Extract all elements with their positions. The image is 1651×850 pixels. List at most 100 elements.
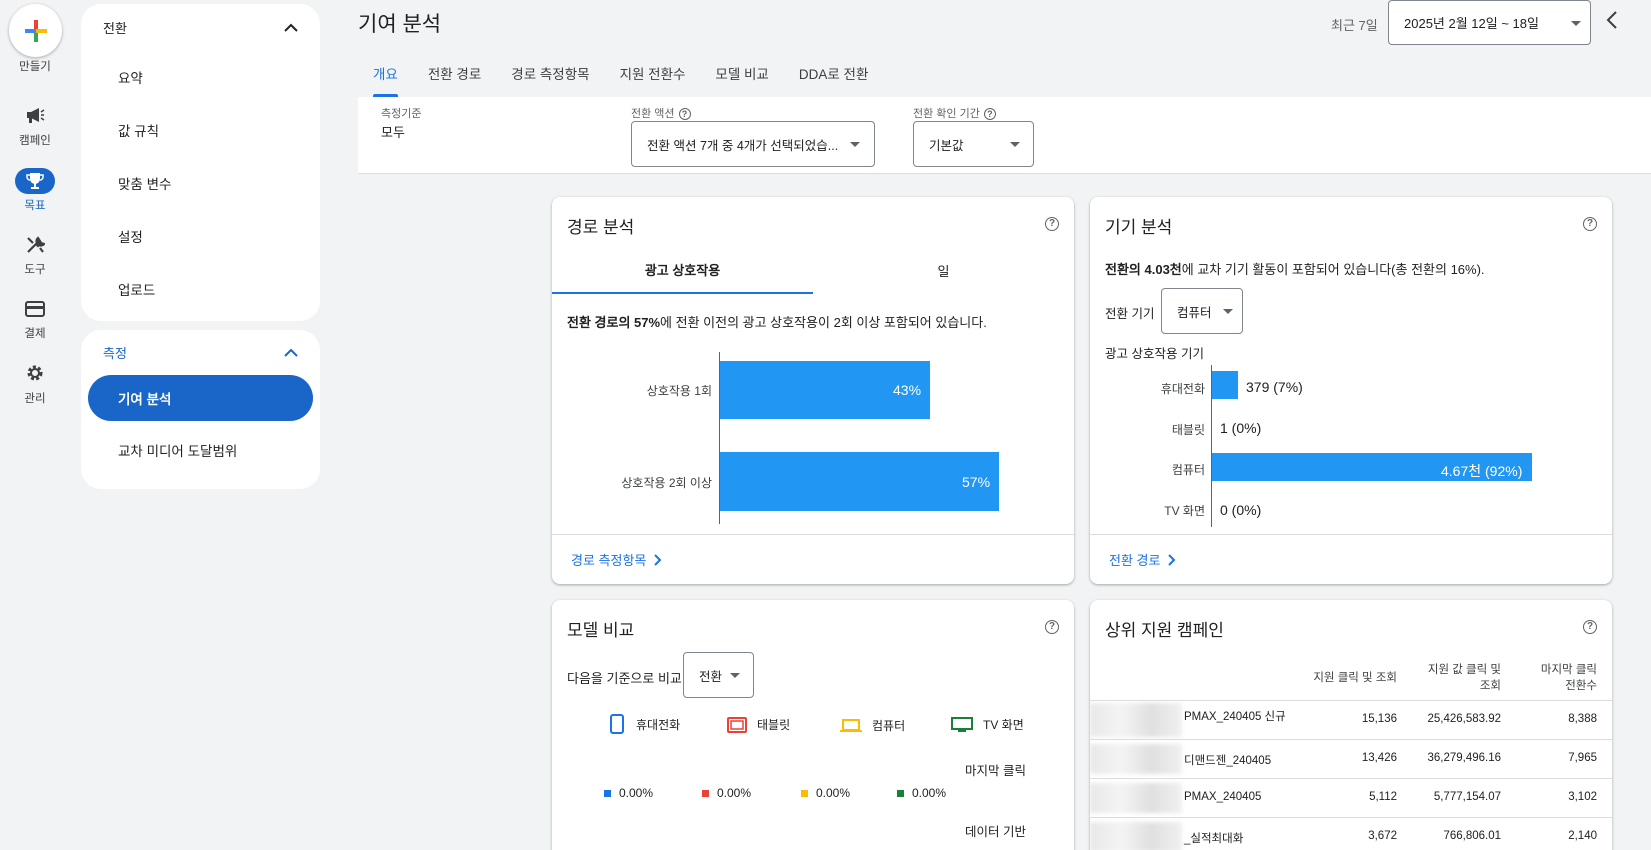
tab-path-metrics[interactable]: 경로 측정항목 xyxy=(496,60,604,97)
campaign-name: PMAX_240405 신규 xyxy=(1184,711,1286,723)
rail-item-admin[interactable]: 관리 xyxy=(0,390,70,406)
sidenav-item-summary[interactable]: 요약 xyxy=(81,50,320,103)
redacted-block xyxy=(1090,744,1182,774)
rail-item-campaign[interactable]: 캠페인 xyxy=(0,132,70,148)
redacted-block xyxy=(1090,703,1182,737)
tab-ad-interactions[interactable]: 광고 상호작용 xyxy=(552,247,813,294)
lookback-window-select[interactable]: 기본값 xyxy=(913,121,1034,167)
sidenav-item-attribution[interactable]: 기여 분석 xyxy=(88,375,313,421)
card-title: 상위 지원 캠페인 xyxy=(1105,621,1224,640)
legend-label: 컴퓨터 xyxy=(872,719,906,733)
tv-icon xyxy=(951,716,973,732)
category-label: TV 화면 xyxy=(1164,504,1205,518)
tools-icon[interactable] xyxy=(15,232,55,258)
cell-assisted-clicks: 3,672 xyxy=(1368,830,1397,842)
column-header-line: 조회 xyxy=(1479,680,1501,692)
category-label: 휴대전화 xyxy=(1160,382,1205,396)
sidenav-item-value-rules[interactable]: 값 규칙 xyxy=(81,103,320,156)
table-row[interactable]: 디맨드젠_240405 13,426 36,279,496.16 7,965 xyxy=(1090,739,1612,778)
table-row[interactable]: _실적최대화 3,672 766,806.01 2,140 xyxy=(1090,817,1612,850)
help-icon[interactable]: ? xyxy=(1041,215,1059,231)
sidenav-item-custom-variables[interactable]: 맞춤 변수 xyxy=(81,156,320,209)
legend-label: 휴대전화 xyxy=(636,717,681,732)
conversion-device-select[interactable]: 컴퓨터 xyxy=(1161,288,1243,334)
device-summary-text: 에 교차 기기 활동이 포함되어 있습니다(총 전환의 16%). xyxy=(1181,262,1485,277)
tab-days[interactable]: 일 xyxy=(813,247,1074,294)
window-label-text: 전환 확인 기간 xyxy=(913,108,980,120)
conversion-paths-link[interactable]: 전환 경로 xyxy=(1090,534,1612,584)
rail-item-goals[interactable]: 목표 xyxy=(0,197,70,213)
card-title: 모델 비교 xyxy=(567,621,635,640)
window-label: 전환 확인 기간? xyxy=(913,105,996,121)
date-range-label: 최근 7일 xyxy=(1331,18,1378,33)
legend-label: TV 화면 xyxy=(983,718,1024,732)
credit-card-icon[interactable] xyxy=(15,296,55,322)
path-summary: 전환 경로의 57%에 전환 이전의 광고 상호작용이 2회 이상 포함되어 있… xyxy=(567,312,987,331)
filter-bar: 측정기준 모두 전환 액션? 전환 액션 7개 중 4개가 선택되었습... 전… xyxy=(358,97,1651,174)
gear-icon[interactable] xyxy=(15,360,55,386)
sidenav-section-conversions[interactable]: 전환 xyxy=(81,4,320,50)
create-label: 만들기 xyxy=(19,61,51,73)
sidenav-item-settings[interactable]: 설정 xyxy=(81,209,320,262)
value-text: 0.00% xyxy=(912,786,947,800)
tablet-icon xyxy=(727,716,747,733)
tab-switch-to-dda[interactable]: DDA로 전환 xyxy=(784,60,884,97)
action-label: 전환 액션? xyxy=(631,105,691,121)
rail-item-billing[interactable]: 결제 xyxy=(0,325,70,341)
column-header[interactable]: 마지막 클릭 전환수 xyxy=(1541,662,1597,694)
campaign-name: _실적최대화 xyxy=(1184,833,1244,845)
sidenav-item-uploads[interactable]: 업로드 xyxy=(81,262,320,315)
lookback-window-value: 기본값 xyxy=(929,138,964,153)
device-analysis-card: 기기 분석 ? 전환의 4.03천에 교차 기기 활동이 포함되어 있습니다(총… xyxy=(1090,197,1612,584)
cell-assisted-value: 766,806.01 xyxy=(1443,830,1501,842)
bar-interactions-2plus xyxy=(720,452,999,511)
dropdown-arrow-icon xyxy=(1571,21,1581,26)
tab-model-comparison[interactable]: 모델 비교 xyxy=(700,60,783,97)
help-icon[interactable]: ? xyxy=(1579,215,1597,231)
megaphone-icon[interactable] xyxy=(15,102,55,128)
trophy-icon[interactable] xyxy=(15,168,55,194)
rail-item-tools[interactable]: 도구 xyxy=(0,261,70,277)
chart-caption: 광고 상호작용 기기 xyxy=(1105,347,1204,361)
conversion-action-select[interactable]: 전환 액션 7개 중 4개가 선택되었습... xyxy=(631,121,875,167)
model-value-computer: 0.00% xyxy=(801,786,850,800)
table-row[interactable]: PMAX_240405 신규 15,136 25,426,583.92 8,38… xyxy=(1090,700,1612,739)
sidenav-conversions: 전환 요약 값 규칙 맞춤 변수 설정 업로드 xyxy=(81,4,320,321)
card-title: 기기 분석 xyxy=(1105,218,1173,237)
dropdown-arrow-icon xyxy=(1223,309,1233,314)
legend-label: 태블릿 xyxy=(757,718,791,732)
column-header[interactable]: 지원 값 클릭 및 조회 xyxy=(1428,662,1501,694)
bar-value-label: 57% xyxy=(962,474,991,490)
tab-assisted-conversions[interactable]: 지원 전환수 xyxy=(605,60,701,97)
create-button[interactable] xyxy=(9,4,62,57)
help-icon[interactable]: ? xyxy=(1579,618,1597,634)
help-icon[interactable]: ? xyxy=(678,108,691,121)
model-value-mobile: 0.00% xyxy=(604,786,653,800)
category-label: 상호작용 1회 xyxy=(646,384,712,398)
category-label: 상호작용 2회 이상 xyxy=(621,476,712,490)
column-header[interactable]: 지원 클릭 및 조회 xyxy=(1313,670,1397,686)
bar-value-label: 4.67천 (92%) xyxy=(1441,463,1523,479)
help-icon[interactable]: ? xyxy=(983,108,996,121)
tab-conversion-paths[interactable]: 전환 경로 xyxy=(413,60,496,97)
table-row[interactable]: PMAX_240405 5,112 5,777,154.07 3,102 xyxy=(1090,778,1612,817)
help-icon[interactable]: ? xyxy=(1041,618,1059,634)
tab-overview[interactable]: 개요 xyxy=(358,60,413,97)
sidenav-section-title: 전환 xyxy=(103,20,127,36)
chevron-left-icon[interactable] xyxy=(1606,10,1618,30)
column-header-line: 마지막 클릭 xyxy=(1540,664,1597,676)
footer-link-text: 경로 측정항목 xyxy=(571,553,647,568)
path-analysis-card: 경로 분석 ? 광고 상호작용 일 전환 경로의 57%에 전환 이전의 광고 … xyxy=(552,197,1074,584)
date-range-select[interactable]: 2025년 2월 12일 ~ 18일 xyxy=(1388,0,1591,45)
page-title: 기여 분석 xyxy=(358,13,442,36)
device-summary-bold: 전환의 4.03천 xyxy=(1105,262,1182,277)
path-metrics-link[interactable]: 경로 측정항목 xyxy=(552,534,1074,584)
model-comparison-card: 모델 비교 ? 다음을 기준으로 비교 전환 휴대전화 태블릿 컴퓨터 TV 화… xyxy=(552,600,1074,850)
sidenav-item-cross-media-reach[interactable]: 교차 미디어 도달범위 xyxy=(81,423,320,476)
compare-basis-select[interactable]: 전환 xyxy=(683,652,754,698)
sidenav-section-measurement[interactable]: 측정 xyxy=(81,330,320,374)
chevron-right-icon xyxy=(654,553,662,566)
basis-label: 측정기준 xyxy=(381,108,422,120)
basis-value: 모두 xyxy=(381,125,405,140)
top-campaigns-card: 상위 지원 캠페인 ? 지원 클릭 및 조회 지원 값 클릭 및 조회 마지막 … xyxy=(1090,600,1612,850)
